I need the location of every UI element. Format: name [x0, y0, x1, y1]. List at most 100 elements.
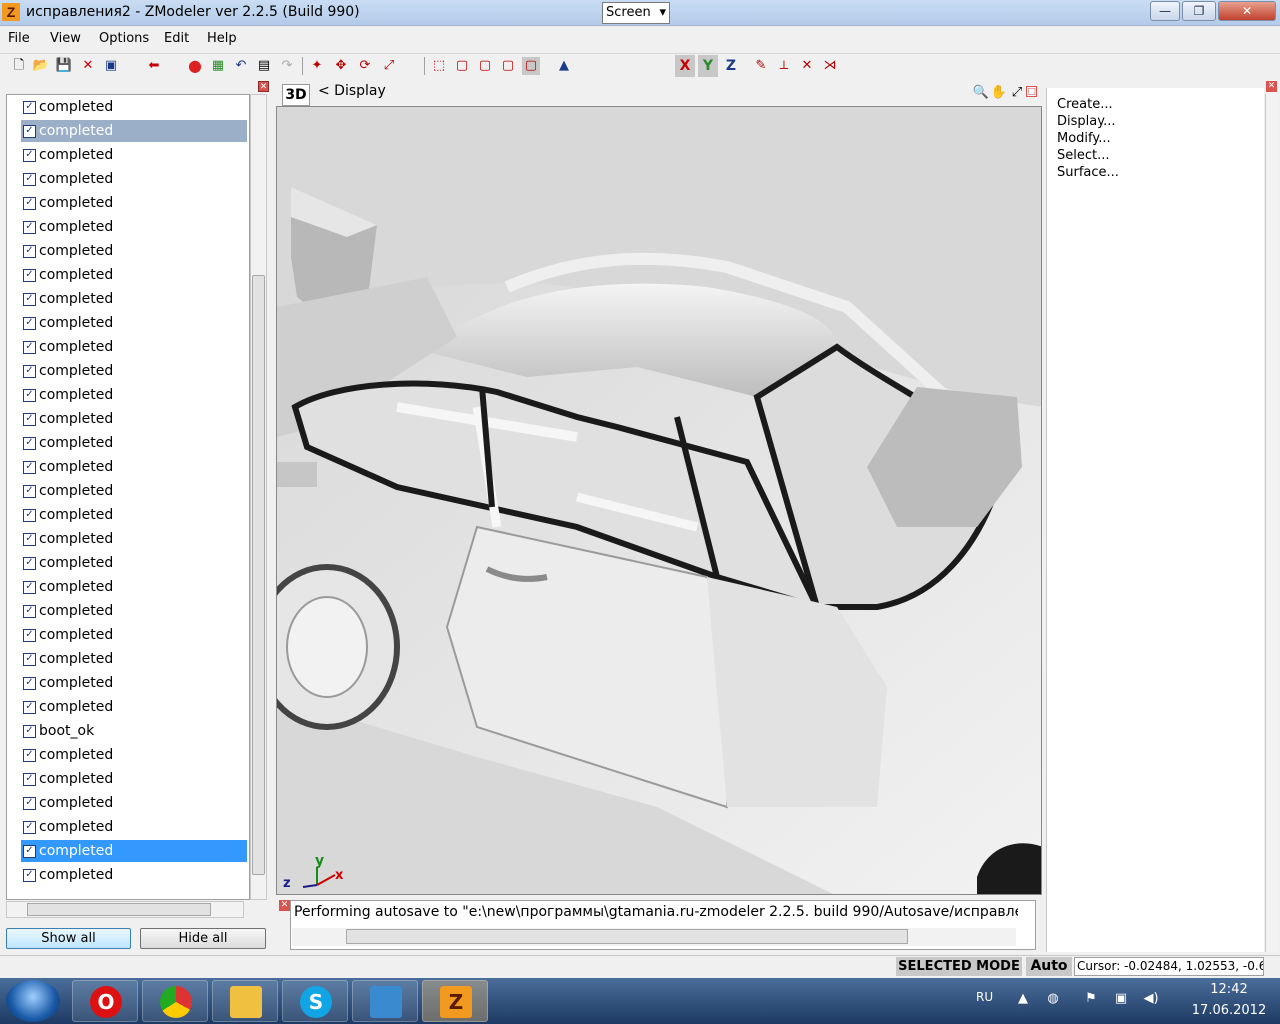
- list-item[interactable]: ✓ completed: [21, 648, 247, 670]
- visibility-checkbox[interactable]: ✓: [23, 677, 36, 690]
- flag-icon[interactable]: ⚑: [1082, 990, 1100, 1008]
- list-item[interactable]: ✓ completed: [21, 744, 247, 766]
- list-item[interactable]: ✓ completed: [21, 768, 247, 790]
- list-item[interactable]: ✓ completed: [21, 576, 247, 598]
- explorer-icon[interactable]: [212, 980, 278, 1022]
- show-all-button[interactable]: Show all: [6, 928, 131, 949]
- move-icon[interactable]: ✥: [332, 57, 350, 75]
- visibility-checkbox[interactable]: ✓: [23, 437, 36, 450]
- visibility-checkbox[interactable]: ✓: [23, 629, 36, 642]
- language-indicator[interactable]: RU: [976, 990, 993, 1004]
- list-item[interactable]: ✓ completed: [21, 840, 247, 862]
- import-icon[interactable]: ▣: [102, 57, 120, 75]
- axis-z-button[interactable]: Z: [721, 55, 741, 77]
- cmd-create[interactable]: Create...: [1057, 97, 1113, 112]
- box-icon[interactable]: ⬚: [430, 57, 448, 75]
- list-item[interactable]: ✓ completed: [21, 480, 247, 502]
- list-item[interactable]: ✓ boot_ok: [21, 720, 247, 742]
- menu-options[interactable]: Options: [99, 31, 149, 46]
- list-item[interactable]: ✓ completed: [21, 240, 247, 262]
- view-select[interactable]: Screen ▾: [602, 2, 670, 24]
- cube3-icon[interactable]: ▢: [499, 57, 517, 75]
- minimize-button[interactable]: —: [1150, 1, 1180, 21]
- list-item[interactable]: ✓ completed: [21, 432, 247, 454]
- menu-view[interactable]: View: [50, 31, 81, 46]
- list-item[interactable]: ✓ completed: [21, 864, 247, 886]
- cube4-icon[interactable]: ▢: [522, 57, 540, 75]
- notes-icon[interactable]: ▤: [255, 57, 273, 75]
- cmd-surface[interactable]: Surface...: [1057, 165, 1119, 180]
- visibility-checkbox[interactable]: ✓: [23, 725, 36, 738]
- chrome-icon[interactable]: [142, 980, 208, 1022]
- visibility-checkbox[interactable]: ✓: [23, 149, 36, 162]
- visibility-checkbox[interactable]: ✓: [23, 341, 36, 354]
- pan-icon[interactable]: ✋: [990, 84, 1008, 102]
- log-horizontal-scrollbar[interactable]: [292, 928, 1016, 946]
- list-item[interactable]: ✓ completed: [21, 456, 247, 478]
- visibility-checkbox[interactable]: ✓: [23, 485, 36, 498]
- command-scrollbar[interactable]: [1265, 94, 1279, 952]
- visibility-checkbox[interactable]: ✓: [23, 701, 36, 714]
- visibility-checkbox[interactable]: ✓: [23, 845, 36, 858]
- visibility-checkbox[interactable]: ✓: [23, 557, 36, 570]
- undo-icon[interactable]: ↶: [232, 57, 250, 75]
- visibility-checkbox[interactable]: ✓: [23, 821, 36, 834]
- log-close-icon[interactable]: ✕: [279, 900, 290, 911]
- visibility-checkbox[interactable]: ✓: [23, 797, 36, 810]
- scroll-thumb[interactable]: [27, 903, 211, 916]
- list-item[interactable]: ✓ completed: [21, 528, 247, 550]
- list-item[interactable]: ✓ completed: [21, 96, 247, 118]
- start-button[interactable]: [6, 980, 60, 1022]
- list-item[interactable]: ✓ completed: [21, 600, 247, 622]
- visibility-checkbox[interactable]: ✓: [23, 653, 36, 666]
- visibility-checkbox[interactable]: ✓: [23, 221, 36, 234]
- visibility-checkbox[interactable]: ✓: [23, 413, 36, 426]
- list-item[interactable]: ✓ completed: [21, 504, 247, 526]
- visibility-checkbox[interactable]: ✓: [23, 365, 36, 378]
- axes3-icon[interactable]: ⋊: [821, 57, 839, 75]
- list-item[interactable]: ✓ completed: [21, 216, 247, 238]
- list-item[interactable]: ✓ completed: [21, 816, 247, 838]
- new-icon[interactable]: 🗋: [10, 57, 28, 75]
- viewport-display-menu[interactable]: < Display: [318, 83, 386, 99]
- cmd-modify[interactable]: Modify...: [1057, 131, 1111, 146]
- rotate-icon[interactable]: ⟳: [356, 57, 374, 75]
- tool-icon[interactable]: ✎: [752, 57, 770, 75]
- list-item[interactable]: ✓ completed: [21, 120, 247, 142]
- list-item[interactable]: ✓ completed: [21, 672, 247, 694]
- axis-x-button[interactable]: X: [675, 55, 695, 77]
- list-item[interactable]: ✓ completed: [21, 792, 247, 814]
- visibility-checkbox[interactable]: ✓: [23, 293, 36, 306]
- 3d-viewport[interactable]: y x z: [276, 106, 1042, 895]
- redo-icon[interactable]: ↷: [278, 57, 296, 75]
- menu-help[interactable]: Help: [207, 31, 237, 46]
- list-item[interactable]: ✓ completed: [21, 360, 247, 382]
- scroll-thumb[interactable]: [346, 929, 908, 944]
- visibility-checkbox[interactable]: ✓: [23, 173, 36, 186]
- list-vertical-scrollbar[interactable]: [250, 94, 267, 900]
- visibility-checkbox[interactable]: ✓: [23, 605, 36, 618]
- zoom-icon[interactable]: 🔍: [972, 84, 990, 102]
- visibility-checkbox[interactable]: ✓: [23, 773, 36, 786]
- zmodeler-logo-icon[interactable]: Z: [2, 3, 20, 21]
- panel-close-icon[interactable]: ✕: [258, 81, 269, 92]
- list-item[interactable]: ✓ completed: [21, 264, 247, 286]
- axes2-icon[interactable]: ✕: [798, 57, 816, 75]
- visibility-checkbox[interactable]: ✓: [23, 269, 36, 282]
- opera-icon[interactable]: O: [72, 980, 138, 1022]
- visibility-checkbox[interactable]: ✓: [23, 197, 36, 210]
- cube-icon[interactable]: ▢: [453, 57, 471, 75]
- image-viewer-icon[interactable]: [352, 980, 418, 1022]
- list-item[interactable]: ✓ completed: [21, 288, 247, 310]
- clock-date[interactable]: 17.06.2012: [1184, 1003, 1274, 1018]
- render-icon[interactable]: ▦: [209, 57, 227, 75]
- scale-icon[interactable]: ⤢: [380, 57, 398, 75]
- list-item[interactable]: ✓ completed: [21, 312, 247, 334]
- menu-edit[interactable]: Edit: [164, 31, 189, 46]
- visibility-checkbox[interactable]: ✓: [23, 125, 36, 138]
- list-item[interactable]: ✓ completed: [21, 552, 247, 574]
- hide-all-button[interactable]: Hide all: [140, 928, 266, 949]
- select-icon[interactable]: ✦: [308, 57, 326, 75]
- skype-icon[interactable]: S: [282, 980, 348, 1022]
- zmodeler-icon[interactable]: Z: [422, 980, 488, 1022]
